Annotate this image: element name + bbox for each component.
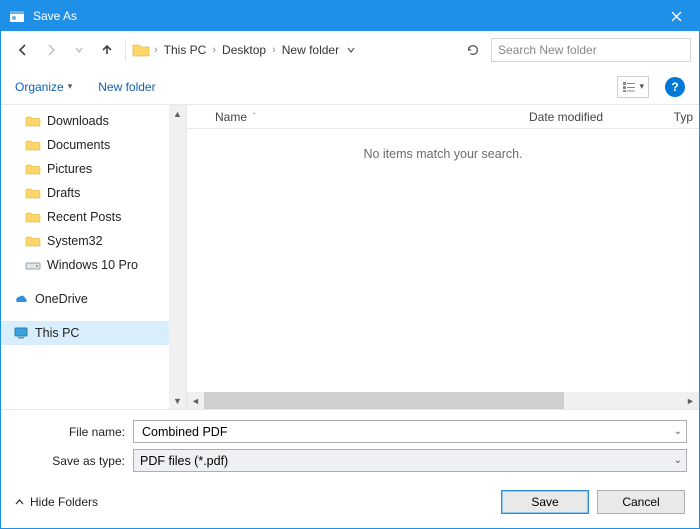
main-area: Downloads Documents Pictures Drafts Recent P… (1, 105, 699, 410)
view-icon (622, 81, 636, 93)
scrollbar-thumb[interactable] (204, 392, 564, 409)
column-headers[interactable]: Nameˆ Date modified Typ (187, 105, 699, 129)
chevron-down-icon: ▾ (68, 81, 73, 92)
view-options-button[interactable]: ▾ (617, 76, 649, 98)
window-title: Save As (33, 9, 653, 23)
save-as-dialog: Save As › This PC › Desktop › New folder… (0, 0, 700, 529)
folder-icon (130, 39, 152, 61)
savetype-select[interactable]: PDF files (*.pdf) ⌄ (133, 449, 687, 472)
empty-message: No items match your search. (187, 129, 699, 392)
chevron-down-icon: ▾ (639, 81, 644, 92)
tree-item-label: Documents (47, 138, 110, 152)
search-placeholder: Search New folder (498, 43, 597, 57)
breadcrumb-item[interactable]: Desktop (220, 43, 268, 57)
address-dropdown[interactable] (343, 46, 359, 54)
filename-input[interactable]: ⌄ (133, 420, 687, 443)
cancel-button[interactable]: Cancel (597, 490, 685, 514)
new-folder-button[interactable]: New folder (98, 80, 155, 94)
hide-folders-button[interactable]: Hide Folders (15, 495, 98, 509)
address-bar[interactable]: › This PC › Desktop › New folder (152, 38, 459, 62)
tree-scrollbar[interactable]: ▲ ▼ (169, 105, 186, 409)
close-icon (671, 11, 682, 22)
tree-item-label: Downloads (47, 114, 109, 128)
scroll-right-icon[interactable]: ► (682, 392, 699, 409)
tree-item[interactable]: This PC (1, 321, 186, 345)
scroll-down-icon[interactable]: ▼ (169, 392, 186, 409)
savetype-label: Save as type: (13, 454, 133, 468)
breadcrumb-item[interactable]: New folder (280, 43, 341, 57)
filename-text[interactable] (140, 424, 680, 440)
save-fields: File name: ⌄ Save as type: PDF files (*.… (1, 410, 699, 480)
tree-item-label: System32 (47, 234, 103, 248)
sort-caret-icon: ˆ (253, 112, 256, 121)
close-button[interactable] (653, 1, 699, 31)
horizontal-scrollbar[interactable]: ◄ ► (187, 392, 699, 409)
column-date[interactable]: Date modified (529, 110, 659, 124)
forward-button[interactable] (37, 36, 65, 64)
tree-item[interactable]: Pictures (1, 157, 186, 181)
navigation-pane[interactable]: Downloads Documents Pictures Drafts Recent P… (1, 105, 187, 409)
dialog-footer: Hide Folders Save Cancel (1, 480, 699, 528)
help-button[interactable]: ? (665, 77, 685, 97)
app-icon (9, 8, 25, 24)
chevron-right-icon: › (152, 44, 160, 56)
save-button[interactable]: Save (501, 490, 589, 514)
chevron-down-icon[interactable]: ⌄ (674, 426, 682, 437)
organize-menu[interactable]: Organize ▾ (15, 80, 72, 94)
tree-item[interactable]: Documents (1, 133, 186, 157)
tree-item-label: Recent Posts (47, 210, 121, 224)
chevron-up-icon (15, 498, 24, 507)
scroll-up-icon[interactable]: ▲ (169, 105, 186, 122)
chevron-right-icon: › (270, 44, 278, 56)
column-name[interactable]: Nameˆ (207, 110, 529, 124)
recent-locations-button[interactable] (65, 36, 93, 64)
tree-item[interactable]: Windows 10 Pro (1, 253, 186, 277)
tree-item-label: Windows 10 Pro (47, 258, 138, 272)
navigation-bar: › This PC › Desktop › New folder Search … (1, 31, 699, 69)
tree-item-label: Drafts (47, 186, 80, 200)
tree-item-label: OneDrive (35, 292, 88, 306)
filename-label: File name: (13, 425, 133, 439)
tree-item[interactable]: Recent Posts (1, 205, 186, 229)
toolbar: Organize ▾ New folder ▾ ? (1, 69, 699, 105)
file-list-area: Nameˆ Date modified Typ No items match y… (187, 105, 699, 409)
up-button[interactable] (93, 36, 121, 64)
tree-item-label: This PC (35, 326, 79, 340)
tree-item-label: Pictures (47, 162, 92, 176)
chevron-down-icon[interactable]: ⌄ (674, 455, 682, 466)
titlebar: Save As (1, 1, 699, 31)
savetype-value: PDF files (*.pdf) (140, 454, 228, 468)
chevron-right-icon: › (210, 44, 218, 56)
search-input[interactable]: Search New folder (491, 38, 691, 62)
back-button[interactable] (9, 36, 37, 64)
tree-item[interactable]: OneDrive (1, 287, 186, 311)
scroll-left-icon[interactable]: ◄ (187, 392, 204, 409)
tree-item[interactable]: Downloads (1, 109, 186, 133)
refresh-button[interactable] (461, 38, 485, 62)
tree-item[interactable]: Drafts (1, 181, 186, 205)
breadcrumb-item[interactable]: This PC (162, 43, 209, 57)
tree-item[interactable]: System32 (1, 229, 186, 253)
column-type[interactable]: Typ (659, 110, 699, 124)
